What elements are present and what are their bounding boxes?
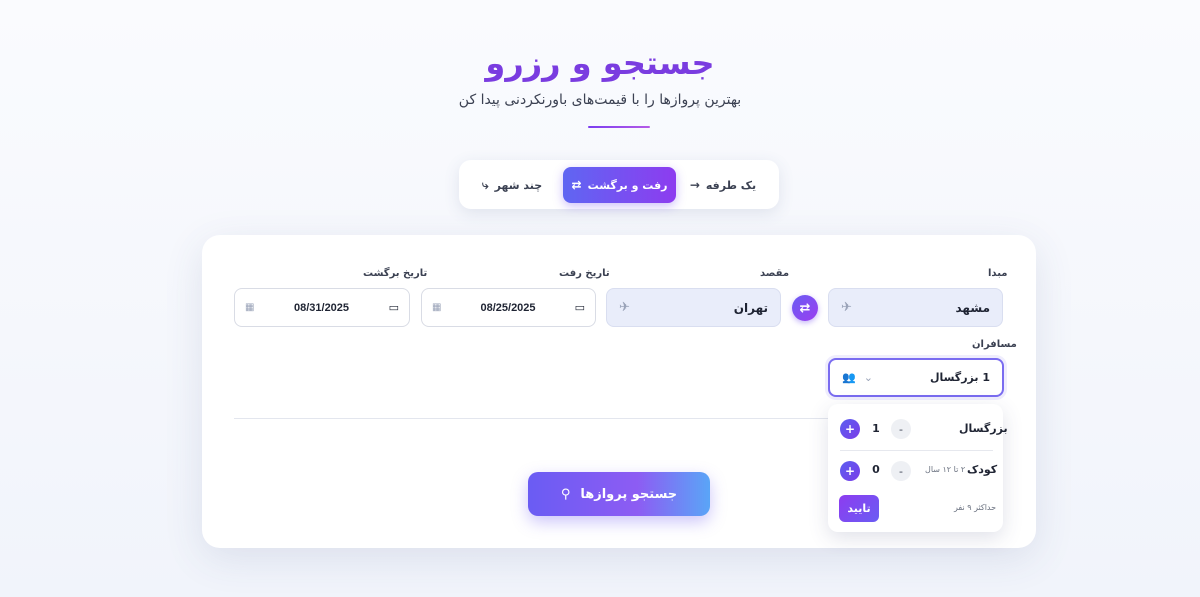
minus-icon: - — [899, 422, 903, 436]
passengers-label: مسافران — [972, 339, 1017, 350]
tab-one-way[interactable]: یک طرفه → — [675, 167, 771, 203]
adult-count: 1 — [872, 422, 880, 435]
origin-value: مشهد — [955, 300, 991, 315]
child-age-range: ۲ تا ۱۲ سال — [925, 465, 966, 474]
trip-type-tabs: یک طرفه → رفت و برگشت ⇄ چند شهر ⤷ — [459, 160, 779, 209]
calendar-icon: ▦ — [432, 302, 442, 313]
chevron-down-icon: ⌄ — [863, 371, 873, 384]
minus-icon: - — [899, 464, 903, 478]
card-divider — [234, 418, 830, 419]
passenger-dropdown: بزرگسال - 1 + کودک ۲ تا ۱۲ سال - 0 + حدا… — [828, 404, 1008, 532]
flight-search-page: جستجو و رزرو بهترین پروازها را با قیمت‌ه… — [0, 0, 1200, 597]
calendar-icon: ▦ — [245, 302, 255, 313]
search-flights-button[interactable]: جستجو پروازها ⚲ — [528, 472, 710, 516]
swap-arrows-icon: ⇄ — [571, 178, 582, 192]
trip-tab-label: چند شهر — [494, 178, 543, 192]
plus-icon: + — [844, 464, 856, 478]
trip-tab-label: رفت و برگشت — [587, 178, 668, 192]
tab-round-trip[interactable]: رفت و برگشت ⇄ — [563, 167, 676, 203]
plane-takeoff-icon: ✈ — [841, 300, 852, 315]
tab-multi-city[interactable]: چند شهر ⤷ — [467, 167, 557, 203]
adult-increment-button[interactable]: + — [840, 419, 860, 439]
departure-date-label: تاریخ رفت — [559, 268, 610, 279]
child-increment-button[interactable]: + — [840, 461, 860, 481]
origin-field[interactable]: ✈ مشهد — [828, 288, 1003, 327]
destination-value: تهران — [733, 300, 768, 315]
date-picker-icon[interactable]: ▭ — [389, 301, 399, 314]
search-icon: ⚲ — [560, 486, 571, 502]
confirm-label: تایید — [847, 502, 871, 515]
plane-landing-icon: ✈ — [619, 300, 630, 315]
swap-cities-button[interactable]: ⇄ — [792, 295, 818, 321]
users-icon: 👥 — [842, 371, 856, 384]
max-passengers-note: حداکثر ۹ نفر — [954, 503, 997, 512]
origin-label: مبدا — [988, 268, 1008, 279]
swap-icon: ⇄ — [799, 300, 811, 316]
page-title: جستجو و رزرو — [485, 44, 715, 82]
departure-date-value: 08/25/2025 — [480, 301, 536, 314]
destination-field[interactable]: ✈ تهران — [606, 288, 781, 327]
passenger-icons: 👥 ⌄ — [842, 371, 873, 384]
return-date-value: 08/31/2025 — [293, 301, 350, 314]
passengers-select[interactable]: 👥 ⌄ 1 بزرگسال — [828, 358, 1004, 397]
adult-label: بزرگسال — [959, 422, 1008, 435]
date-picker-icon[interactable]: ▭ — [575, 301, 585, 314]
departure-date-field[interactable]: ▦ 08/25/2025 ▭ — [421, 288, 596, 327]
search-button-label: جستجو پروازها — [580, 486, 678, 502]
adult-decrement-button[interactable]: - — [891, 419, 911, 439]
panel-divider — [840, 450, 993, 451]
child-count: 0 — [872, 463, 880, 476]
destination-label: مقصد — [760, 268, 790, 279]
return-date-field[interactable]: ▦ 08/31/2025 ▭ — [234, 288, 410, 327]
plus-icon: + — [844, 422, 856, 436]
route-icon: ⤷ — [481, 177, 489, 192]
title-divider — [588, 126, 650, 128]
page-subtitle: بهترین پروازها را با قیمت‌های باورنکردنی… — [458, 92, 742, 108]
passengers-value: 1 بزرگسال — [929, 371, 990, 384]
trip-tab-label: یک طرفه — [705, 178, 757, 192]
arrow-right-icon: → — [689, 178, 700, 192]
confirm-passengers-button[interactable]: تایید — [839, 495, 879, 522]
child-decrement-button[interactable]: - — [891, 461, 911, 481]
child-label: کودک — [967, 463, 998, 476]
return-date-label: تاریخ برگشت — [363, 268, 428, 279]
